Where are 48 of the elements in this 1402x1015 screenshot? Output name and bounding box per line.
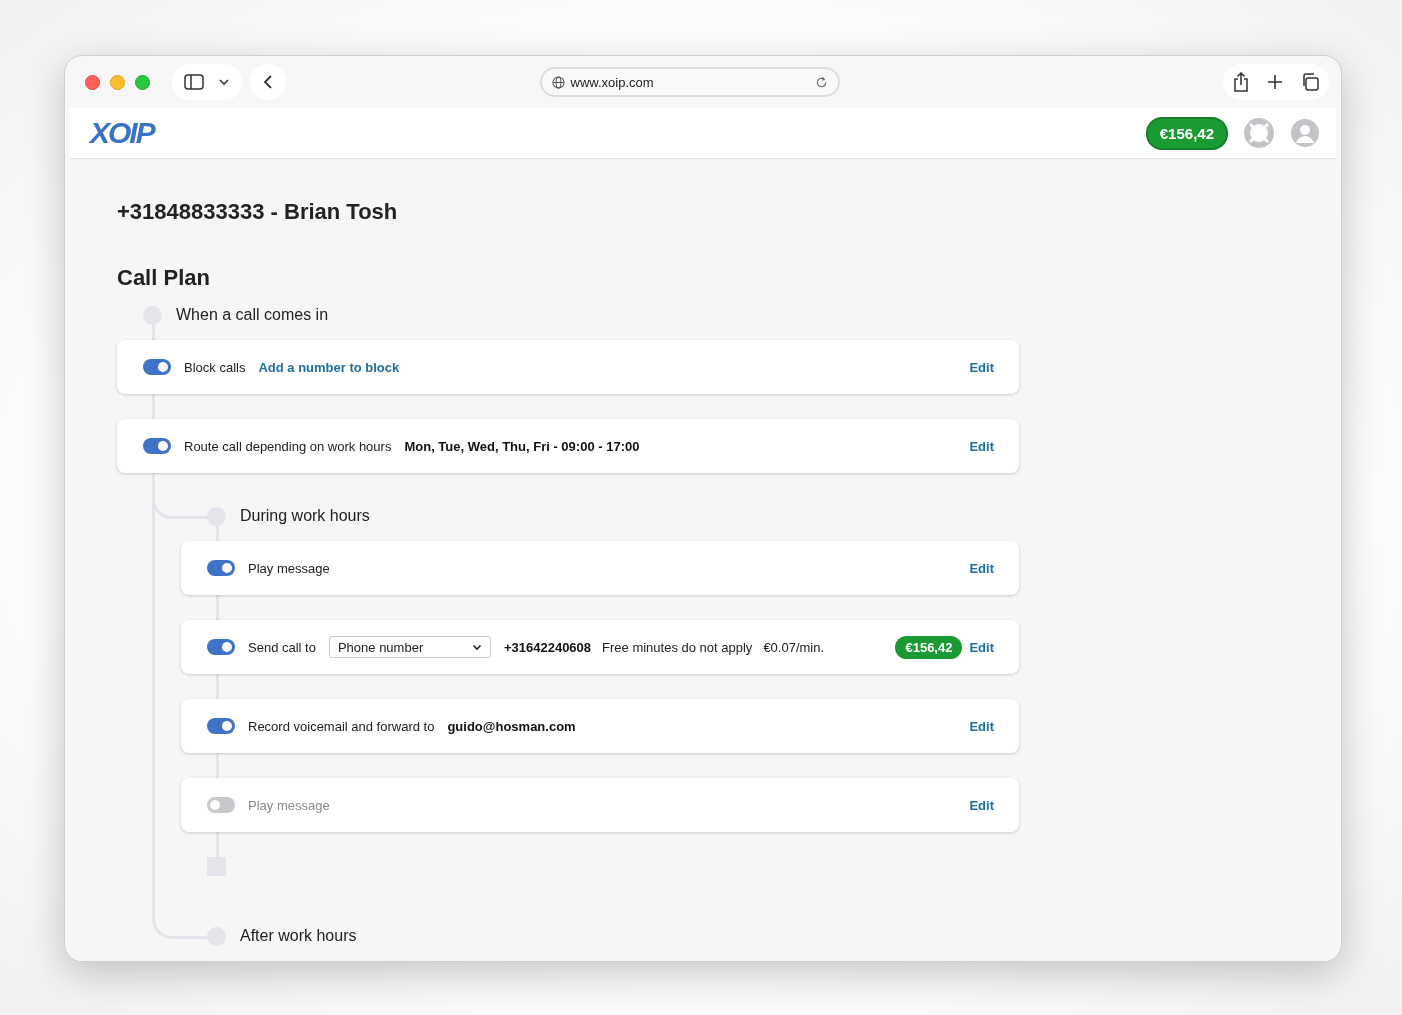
toggle-switch[interactable]	[207, 560, 235, 576]
toggle-switch[interactable]	[207, 797, 235, 813]
destination-dropdown[interactable]: Phone number	[328, 636, 491, 658]
rule-label: Send call to	[248, 639, 316, 655]
back-icon	[263, 74, 273, 90]
close-icon[interactable]	[85, 74, 100, 90]
plus-icon[interactable]	[1267, 74, 1283, 90]
branch-label: After work hours	[240, 927, 357, 945]
rate-note: €0.07/min.	[763, 639, 825, 655]
rule-label: Record voicemail and forward to	[248, 718, 435, 734]
logo[interactable]: XOIP	[90, 116, 154, 150]
rule-label: Play message	[248, 797, 330, 813]
reload-icon[interactable]	[814, 75, 828, 89]
back-button[interactable]	[250, 64, 286, 100]
section-title: Call Plan	[117, 265, 211, 291]
credit-badge: €156,42	[895, 635, 963, 659]
rate-note: Free minutes do not apply	[602, 639, 753, 655]
edit-link[interactable]: Edit	[969, 560, 994, 576]
tabs-icon[interactable]	[1301, 73, 1319, 91]
chevron-down-icon	[218, 78, 230, 86]
rule-label: Block calls	[184, 359, 246, 375]
caret-icon	[471, 643, 482, 651]
globe-icon	[551, 75, 565, 89]
rule-label: Route call depending on work hours	[184, 438, 392, 454]
address-bar[interactable]: www.xoip.com	[539, 67, 840, 97]
rule-label: Play message	[248, 560, 330, 576]
toggle-switch[interactable]	[207, 639, 235, 655]
rule-value: Mon, Tue, Wed, Thu, Fri - 09:00 - 17:00	[404, 438, 640, 454]
toggle-switch[interactable]	[143, 359, 171, 375]
rule-value: guido@hosman.com	[447, 718, 576, 734]
sidebar-icon	[184, 74, 204, 90]
toggle-switch[interactable]	[143, 438, 171, 454]
edit-link[interactable]: Edit	[969, 639, 994, 655]
edit-link[interactable]: Edit	[969, 797, 994, 813]
edit-link[interactable]: Edit	[969, 438, 994, 454]
edit-link[interactable]: Edit	[969, 718, 994, 734]
page-title: +31848833333 - Brian Tosh	[117, 199, 399, 225]
share-icon[interactable]	[1233, 72, 1249, 92]
toggle-switch[interactable]	[207, 718, 235, 734]
zoom-icon[interactable]	[135, 74, 150, 90]
branch-label: During work hours	[240, 507, 370, 525]
edit-link[interactable]: Edit	[969, 359, 994, 375]
add-link[interactable]: Add a number to block	[258, 359, 400, 375]
flow-label: When a call comes in	[176, 306, 329, 324]
url-text: www.xoip.com	[570, 74, 654, 90]
sidebar-button[interactable]	[172, 64, 242, 100]
rule-value: +31642240608	[503, 639, 592, 655]
balance-badge: €156,42	[1145, 116, 1228, 150]
